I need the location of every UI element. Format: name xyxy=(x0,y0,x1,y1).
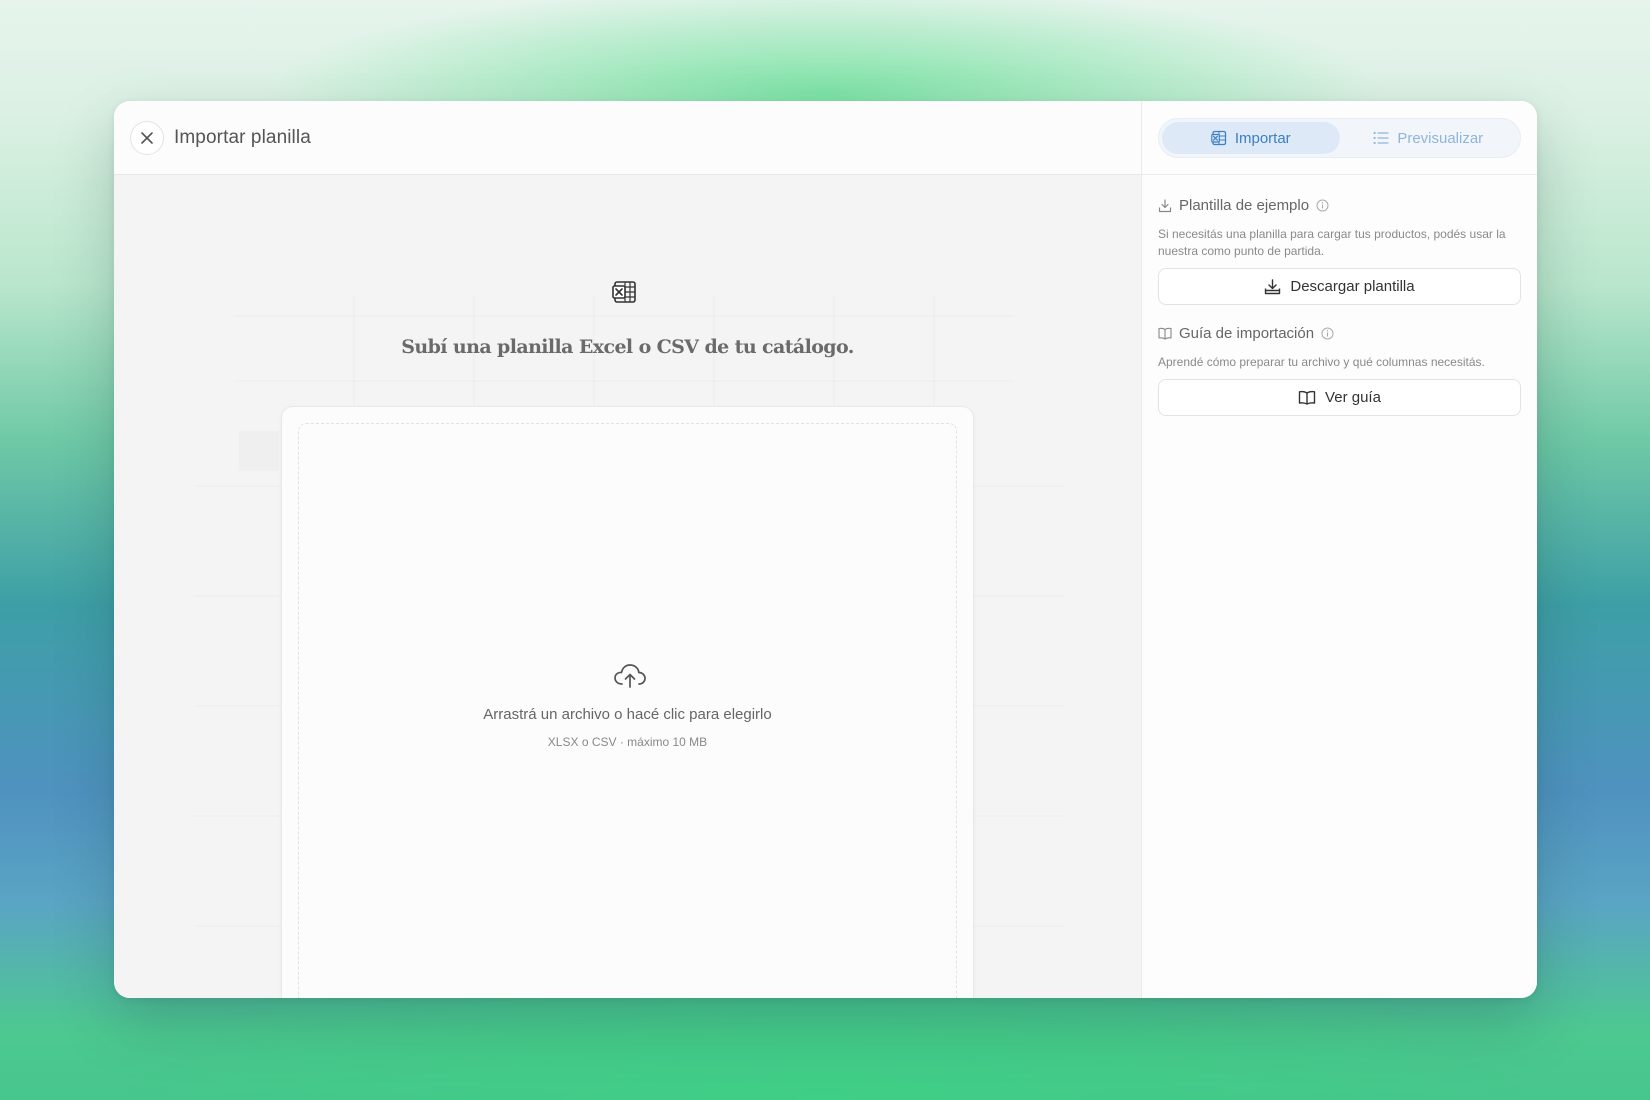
view-guide-button[interactable]: Ver guía xyxy=(1158,379,1521,416)
book-icon xyxy=(1298,390,1316,405)
guide-description: Aprendé cómo preparar tu archivo y qué c… xyxy=(1158,355,1485,369)
mode-tabs: Importar Previsualizar xyxy=(1158,118,1521,158)
download-icon xyxy=(1158,198,1172,212)
import-dialog: Importar planilla Subí una planilla Exce… xyxy=(114,101,1537,998)
side-panel-header: Importar Previsualizar xyxy=(1142,101,1537,175)
excel-icon xyxy=(612,281,636,303)
list-icon xyxy=(1373,131,1389,145)
view-guide-label: Ver guía xyxy=(1325,389,1381,406)
download-template-label: Descargar plantilla xyxy=(1290,278,1415,295)
dropzone-hint: XLSX o CSV · máximo 10 MB xyxy=(547,735,708,749)
template-section: Plantilla de ejemplo Si necesitás una pl… xyxy=(1158,197,1521,305)
tab-previsualizar[interactable]: Previsualizar xyxy=(1340,122,1518,154)
side-panel: Importar Previsualizar Plantilla de ejem… xyxy=(1141,101,1537,998)
file-dropzone[interactable]: Arrastrá un archivo o hacé clic para ele… xyxy=(298,423,957,998)
book-icon xyxy=(1158,327,1172,340)
info-icon[interactable] xyxy=(1316,199,1329,212)
template-section-title: Plantilla de ejemplo xyxy=(1158,197,1521,214)
tab-importar-label: Importar xyxy=(1234,129,1291,147)
guide-section: Guía de importación Aprendé cómo prepara… xyxy=(1158,325,1521,416)
dropzone-instruction: Arrastrá un archivo o hacé clic para ele… xyxy=(483,706,772,723)
cloud-upload-icon xyxy=(614,664,646,688)
upload-card: Arrastrá un archivo o hacé clic para ele… xyxy=(281,406,974,998)
upload-headline: Subí una planilla Excel o CSV de tu catá… xyxy=(401,336,854,358)
dialog-title: Importar planilla xyxy=(174,126,311,148)
close-icon xyxy=(141,131,153,144)
dialog-header: Importar planilla xyxy=(114,101,1141,175)
guide-section-title: Guía de importación xyxy=(1158,325,1521,342)
template-title-text: Plantilla de ejemplo xyxy=(1179,197,1310,214)
download-tray-icon xyxy=(1265,278,1281,294)
download-template-button[interactable]: Descargar plantilla xyxy=(1158,268,1521,305)
close-button[interactable] xyxy=(130,120,164,155)
tab-previsualizar-label: Previsualizar xyxy=(1397,129,1484,147)
upload-area: Subí una planilla Excel o CSV de tu catá… xyxy=(114,176,1141,998)
excel-icon xyxy=(1211,130,1226,146)
upload-pane: Importar planilla Subí una planilla Exce… xyxy=(114,101,1141,998)
guide-title-text: Guía de importación xyxy=(1179,325,1315,342)
info-icon[interactable] xyxy=(1321,327,1334,340)
template-description: Si necesitás una planilla para cargar tu… xyxy=(1158,227,1506,258)
tab-importar[interactable]: Importar xyxy=(1162,122,1340,154)
